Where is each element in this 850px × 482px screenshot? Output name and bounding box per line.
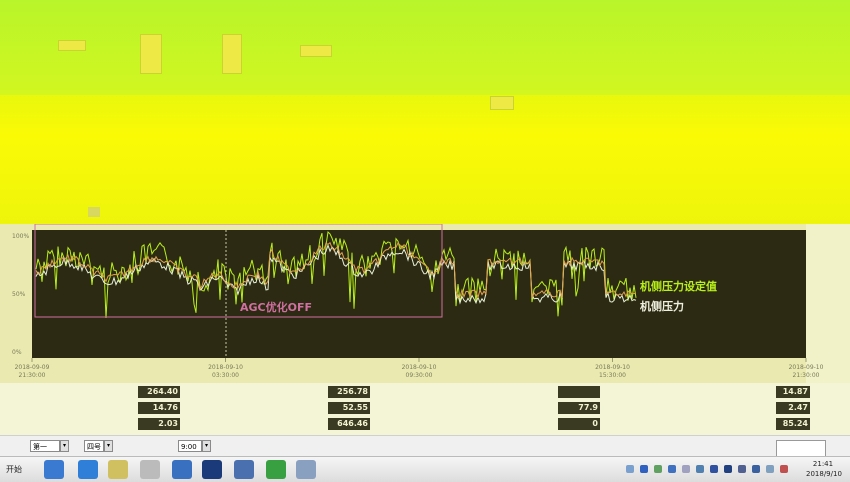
ie-icon[interactable] (78, 460, 98, 479)
series-setpoint-line (35, 230, 637, 319)
tray-icon[interactable] (752, 465, 760, 473)
y-tick-label: 50% (12, 291, 26, 298)
x-tick-label: 03:30:00 (212, 372, 239, 379)
series-actual-line (35, 243, 637, 305)
x-tick-label: 2018-09-10 (208, 364, 243, 371)
tray-icon[interactable] (654, 465, 662, 473)
start-button[interactable]: 开始 (6, 464, 22, 475)
reading-value: 14.76 (138, 402, 180, 414)
y-tick-label: 100% (12, 233, 29, 240)
folder-icon[interactable] (108, 460, 128, 479)
tool-icon[interactable] (140, 460, 160, 479)
chevron-down-icon[interactable]: ▾ (202, 440, 211, 452)
paint-icon[interactable] (296, 460, 316, 479)
clock[interactable]: 21:41 2018/9/10 (806, 459, 842, 479)
toolbar (0, 0, 850, 110)
trend-chart: AGC优化OFF 机侧压力设定值 机侧压力 100% 50% 0% 2018-09-… (12, 224, 824, 379)
x-tick-label: 15:30:00 (599, 372, 626, 379)
browser-icon[interactable] (44, 460, 64, 479)
toolbar-button[interactable] (300, 45, 332, 57)
series-line (35, 241, 637, 299)
readings-panel: 264.40 14.76 2.03 256.78 52.55 646.46 77.9 0 14.… (0, 383, 850, 435)
tray-icon[interactable] (780, 465, 788, 473)
actual-annotation: 机侧压力 (640, 299, 684, 313)
setpoint-annotation: 机侧压力设定值 (640, 279, 717, 293)
time-selector[interactable]: 9:00 (178, 440, 202, 452)
tray-icon[interactable] (640, 465, 648, 473)
tray-icon[interactable] (766, 465, 774, 473)
series-group (35, 230, 637, 319)
reading-value: 264.40 (138, 386, 180, 398)
reading-value: 646.46 (328, 418, 370, 430)
tray-icon[interactable] (738, 465, 746, 473)
x-tick-label: 21:30:00 (793, 372, 820, 379)
toolbar-button[interactable] (490, 96, 514, 110)
chart-app-icon[interactable] (234, 460, 254, 479)
selector-bar: 第一 ▾ 四号 ▾ 9:00 ▾ (0, 435, 850, 457)
x-tick-label: 2018-09-10 (595, 364, 630, 371)
tray-icon[interactable] (682, 465, 690, 473)
x-tick-label: 2018-09-10 (402, 364, 437, 371)
x-tick-label: 2018-09-10 (789, 364, 824, 371)
tray-icon[interactable] (724, 465, 732, 473)
reading-value: 2.03 (138, 418, 180, 430)
tray-icon[interactable] (710, 465, 718, 473)
taskbar: 开始 21:41 2018/9/10 (0, 456, 850, 482)
app-icon[interactable] (172, 460, 192, 479)
clock-time: 21:41 (812, 460, 834, 468)
unit-selector[interactable]: 第一 (30, 440, 60, 452)
reading-value: 256.78 (328, 386, 370, 398)
x-tick-label: 2018-09-09 (15, 364, 50, 371)
toolbar-button[interactable] (140, 34, 162, 74)
agc-off-annotation: AGC优化OFF (240, 300, 312, 314)
reading-value: 52.55 (328, 402, 370, 414)
reading-value: 2.47 (776, 402, 810, 414)
x-tick-group: 2018-09-0921:30:002018-09-1003:30:002018… (15, 230, 824, 379)
reading-value: 14.87 (776, 386, 810, 398)
excel-icon[interactable] (266, 460, 286, 479)
toolbar-button[interactable] (222, 34, 242, 74)
x-tick-label: 21:30:00 (19, 372, 46, 379)
reading-value: 85.24 (776, 418, 810, 430)
reading-value: 0 (558, 418, 600, 430)
y-tick-group: 100% 50% 0% (12, 233, 29, 356)
monitor-icon[interactable] (202, 460, 222, 479)
machine-selector[interactable]: 四号 (84, 440, 104, 452)
chevron-down-icon[interactable]: ▾ (104, 440, 113, 452)
x-tick-label: 09:30:00 (406, 372, 433, 379)
reading-value (558, 386, 600, 398)
clock-date: 2018/9/10 (806, 470, 842, 478)
toolbar-button[interactable] (58, 40, 86, 51)
tray-icon[interactable] (696, 465, 704, 473)
grid-icon[interactable] (88, 207, 100, 217)
reading-value: 77.9 (558, 402, 600, 414)
agc-off-box (34, 224, 443, 318)
tray-icon[interactable] (626, 465, 634, 473)
chevron-down-icon[interactable]: ▾ (60, 440, 69, 452)
tray-icon[interactable] (668, 465, 676, 473)
y-tick-label: 0% (12, 349, 22, 356)
